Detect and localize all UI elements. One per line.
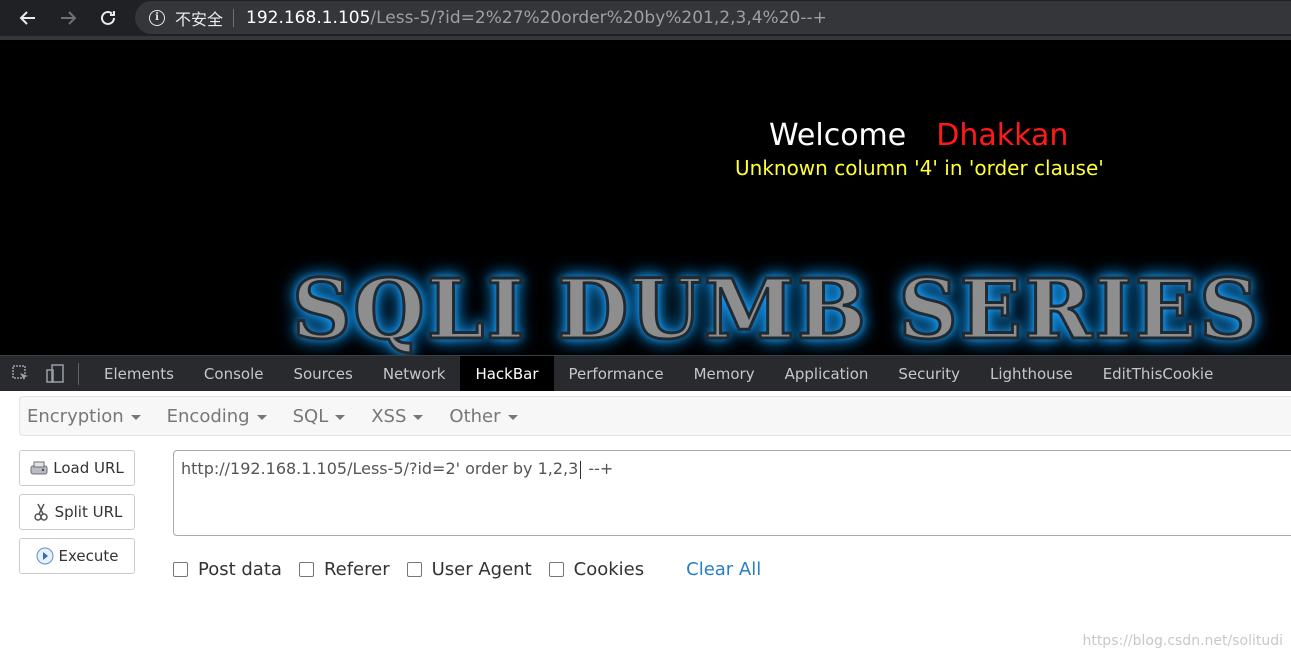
cookies-label: Cookies xyxy=(573,558,645,580)
tab-application[interactable]: Application xyxy=(770,356,884,392)
info-icon[interactable]: i xyxy=(149,9,165,26)
tab-performance[interactable]: Performance xyxy=(554,356,679,392)
caret-down-icon xyxy=(507,414,518,420)
sqli-banner-logo: SQLI DUMB SERIES xyxy=(290,261,1261,356)
url-host: 192.168.1.105 xyxy=(246,7,371,28)
execute-label: Execute xyxy=(58,547,119,565)
menu-encoding-label: Encoding xyxy=(166,405,250,427)
back-button[interactable] xyxy=(8,0,48,36)
user-agent-label: User Agent xyxy=(431,558,532,580)
reload-button[interactable] xyxy=(88,0,128,36)
play-icon xyxy=(36,547,54,565)
referer-option[interactable]: Referer xyxy=(298,558,390,580)
user-agent-option[interactable]: User Agent xyxy=(406,558,532,580)
user-agent-checkbox[interactable] xyxy=(406,561,422,577)
clear-all-link[interactable]: Clear All xyxy=(686,559,761,580)
menu-other[interactable]: Other xyxy=(449,405,518,427)
cookies-checkbox[interactable] xyxy=(548,561,564,577)
url-path: /Less-5/?id=2%27%20order%20by%201,2,3,4%… xyxy=(370,7,827,28)
caret-down-icon xyxy=(413,414,424,420)
text-cursor xyxy=(580,460,582,479)
post-data-option[interactable]: Post data xyxy=(173,559,282,580)
welcome-line: Welcome Dhakkan xyxy=(769,118,1068,153)
request-options: Post data Referer User Agent Cookies Cle… xyxy=(173,557,761,581)
caret-down-icon xyxy=(130,414,141,420)
execute-button[interactable]: Execute xyxy=(19,538,135,574)
welcome-text: Welcome xyxy=(769,118,907,153)
reload-icon xyxy=(101,10,115,25)
hackbar-menubar: Encryption Encoding SQL XSS Other xyxy=(19,396,1291,436)
referer-checkbox[interactable] xyxy=(298,561,314,577)
caret-down-icon xyxy=(256,414,267,420)
tab-security[interactable]: Security xyxy=(883,356,975,392)
address-bar[interactable]: i 不安全 192.168.1.105/Less-5/?id=2%27%20or… xyxy=(135,1,1291,34)
load-url-button[interactable]: Load URL xyxy=(19,450,135,486)
scissors-icon xyxy=(32,503,50,521)
page-viewport: Welcome Dhakkan Unknown column '4' in 'or… xyxy=(0,40,1291,355)
cookies-option[interactable]: Cookies xyxy=(548,558,645,580)
tab-memory[interactable]: Memory xyxy=(679,356,770,392)
load-url-label: Load URL xyxy=(53,459,124,477)
url-text-after-cursor: --+ xyxy=(583,459,614,478)
tab-editthiscookie[interactable]: EditThisCookie xyxy=(1088,356,1229,392)
url-text-before-cursor: http://192.168.1.105/Less-5/?id=2' order… xyxy=(181,459,579,478)
post-data-checkbox[interactable] xyxy=(173,561,188,577)
inspect-cursor-icon xyxy=(12,364,28,380)
browser-toolbar: i 不安全 192.168.1.105/Less-5/?id=2%27%20or… xyxy=(0,0,1291,36)
tab-console[interactable]: Console xyxy=(189,356,279,392)
security-status-label: 不安全 xyxy=(175,9,224,29)
tab-sources[interactable]: Sources xyxy=(278,356,367,392)
hackbar-panel: Encryption Encoding SQL XSS Other Load U… xyxy=(0,391,1291,657)
device-mode-icon xyxy=(46,363,64,383)
menu-sql-label: SQL xyxy=(292,405,329,427)
url-textarea[interactable]: http://192.168.1.105/Less-5/?id=2' order… xyxy=(173,450,1291,536)
watermark-text: https://blog.csdn.net/solitudi xyxy=(1082,633,1283,649)
tab-elements[interactable]: Elements xyxy=(89,356,189,392)
tab-hackbar[interactable]: HackBar xyxy=(460,355,554,392)
sql-error-message: Unknown column '4' in 'order clause' xyxy=(735,156,1104,180)
forward-button[interactable] xyxy=(48,0,88,36)
arrow-right-icon xyxy=(61,11,77,25)
devtools-separator xyxy=(78,362,79,385)
post-data-label: Post data xyxy=(198,558,282,580)
menu-sql[interactable]: SQL xyxy=(293,406,346,427)
tab-lighthouse[interactable]: Lighthouse xyxy=(975,356,1088,392)
split-url-button[interactable]: Split URL xyxy=(19,494,135,530)
username-text: Dhakkan xyxy=(936,118,1069,153)
menu-xss[interactable]: XSS xyxy=(371,405,424,427)
devtools-tabbar: Elements Console Sources Network HackBar… xyxy=(0,355,1291,392)
menu-other-label: Other xyxy=(449,405,501,427)
inspect-element-button[interactable] xyxy=(4,356,38,392)
load-url-icon xyxy=(30,459,48,477)
menu-encryption-label: Encryption xyxy=(27,405,124,427)
menu-encryption[interactable]: Encryption xyxy=(27,406,141,427)
menu-encoding[interactable]: Encoding xyxy=(167,406,267,427)
arrow-left-icon xyxy=(19,11,35,25)
referer-label: Referer xyxy=(323,558,390,580)
device-toolbar-button[interactable] xyxy=(38,356,72,392)
split-url-label: Split URL xyxy=(54,503,123,521)
menu-xss-label: XSS xyxy=(371,405,407,427)
omnibox-separator xyxy=(233,8,235,27)
caret-down-icon xyxy=(335,414,346,420)
tab-network[interactable]: Network xyxy=(368,356,461,392)
